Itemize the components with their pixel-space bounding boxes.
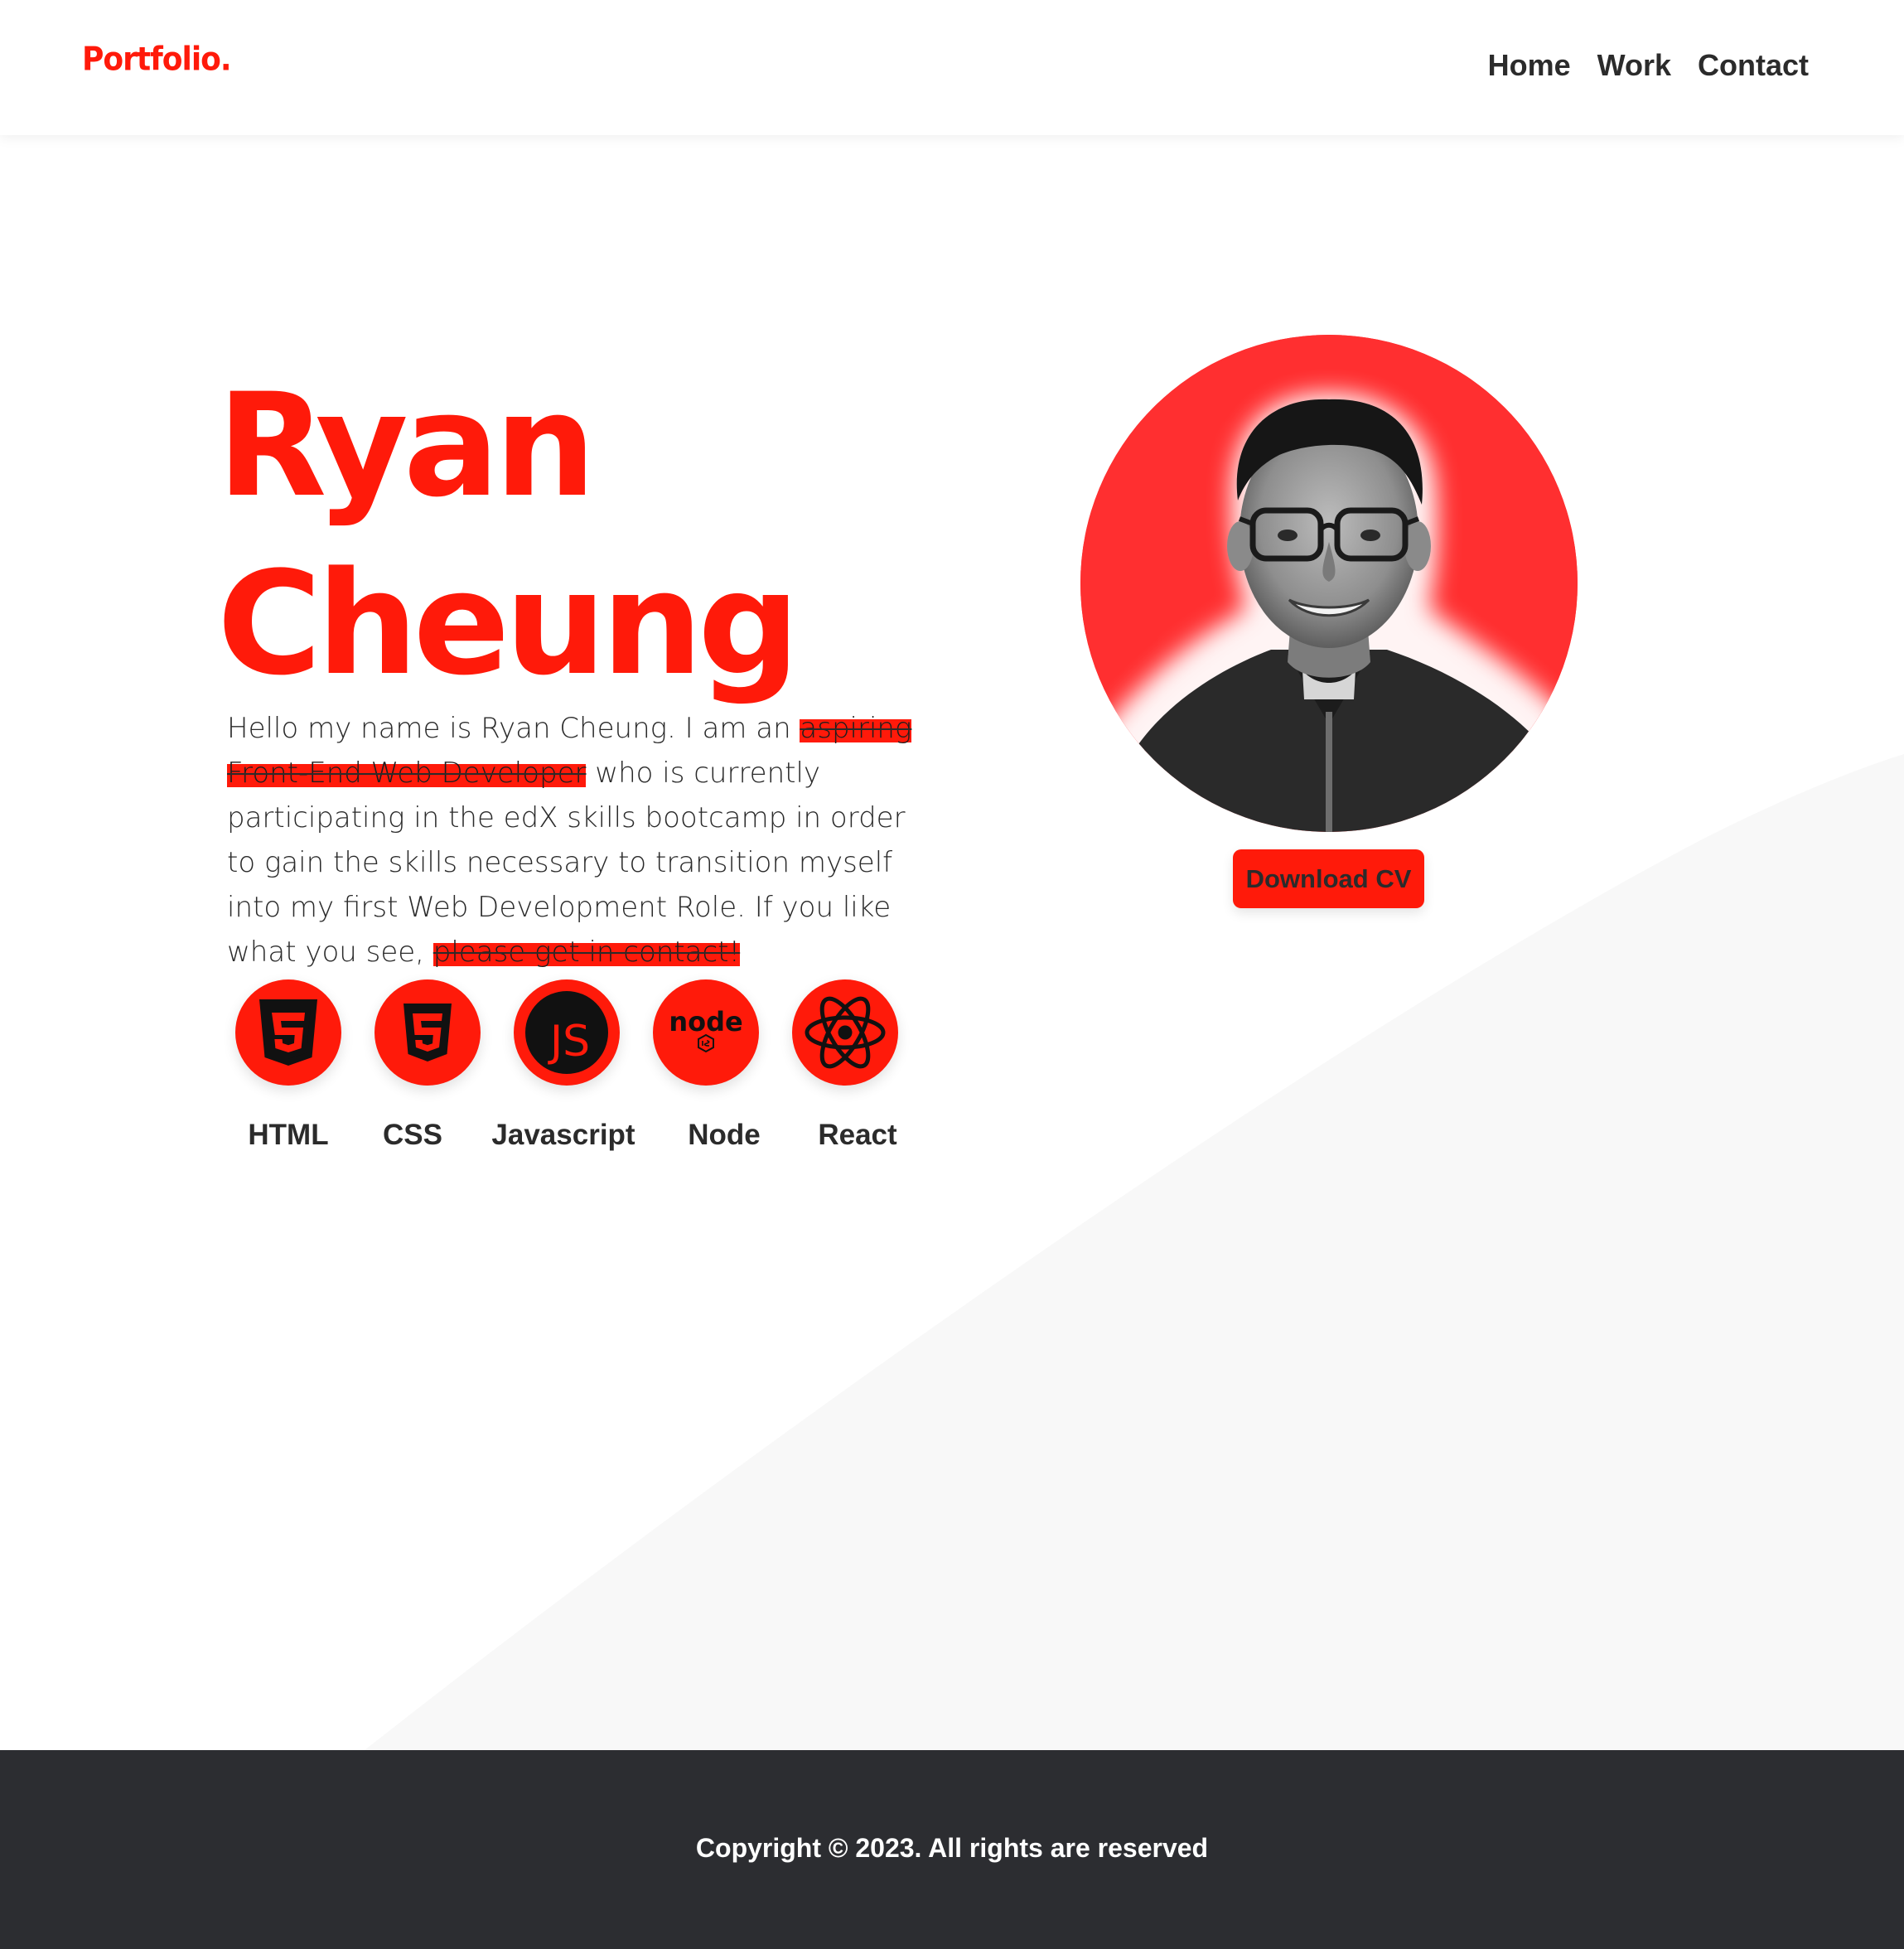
skill-label-html: HTML: [248, 1119, 329, 1151]
nav-link-work[interactable]: Work: [1597, 48, 1671, 83]
site-header: Portfolio. Home Work Contact: [0, 0, 1904, 135]
javascript-badge: JS: [548, 1017, 590, 1066]
nav-link-contact[interactable]: Contact: [1698, 48, 1809, 83]
skill-label-css: CSS: [383, 1119, 442, 1151]
javascript-icon: JS: [514, 979, 620, 1086]
intro-paragraph: Hello my name is Ryan Cheung. I am an as…: [227, 706, 923, 974]
skill-label-react: React: [818, 1119, 897, 1151]
skill-label-node: Node: [688, 1119, 761, 1151]
intro-text-1: Hello my name is Ryan Cheung. I am an: [227, 712, 800, 745]
main-nav: Home Work Contact: [1488, 48, 1809, 83]
contact-link[interactable]: please get in contact!: [433, 936, 741, 969]
nav-link-home[interactable]: Home: [1488, 48, 1571, 83]
skill-label-javascript: Javascript: [491, 1119, 635, 1151]
copyright-text: Copyright © 2023. All rights are reserve…: [695, 1833, 1209, 1863]
nodejs-badge: node: [669, 1006, 742, 1037]
site-footer: Copyright © 2023. All rights are reserve…: [0, 1750, 1904, 1949]
react-icon: [792, 979, 898, 1086]
hero-first-name: Ryan: [217, 362, 596, 529]
nodejs-icon: node: [653, 979, 759, 1086]
portfolio-logo[interactable]: Portfolio.: [82, 41, 232, 78]
download-cv-button[interactable]: Download CV: [1233, 849, 1424, 908]
css3-icon: [375, 979, 481, 1086]
hero-name: Ryan Cheung: [217, 356, 800, 713]
profile-photo: [1080, 335, 1578, 832]
profile-photo-icon: [1080, 335, 1578, 832]
html5-icon: [235, 979, 341, 1086]
hero-last-name: Cheung: [217, 540, 800, 707]
